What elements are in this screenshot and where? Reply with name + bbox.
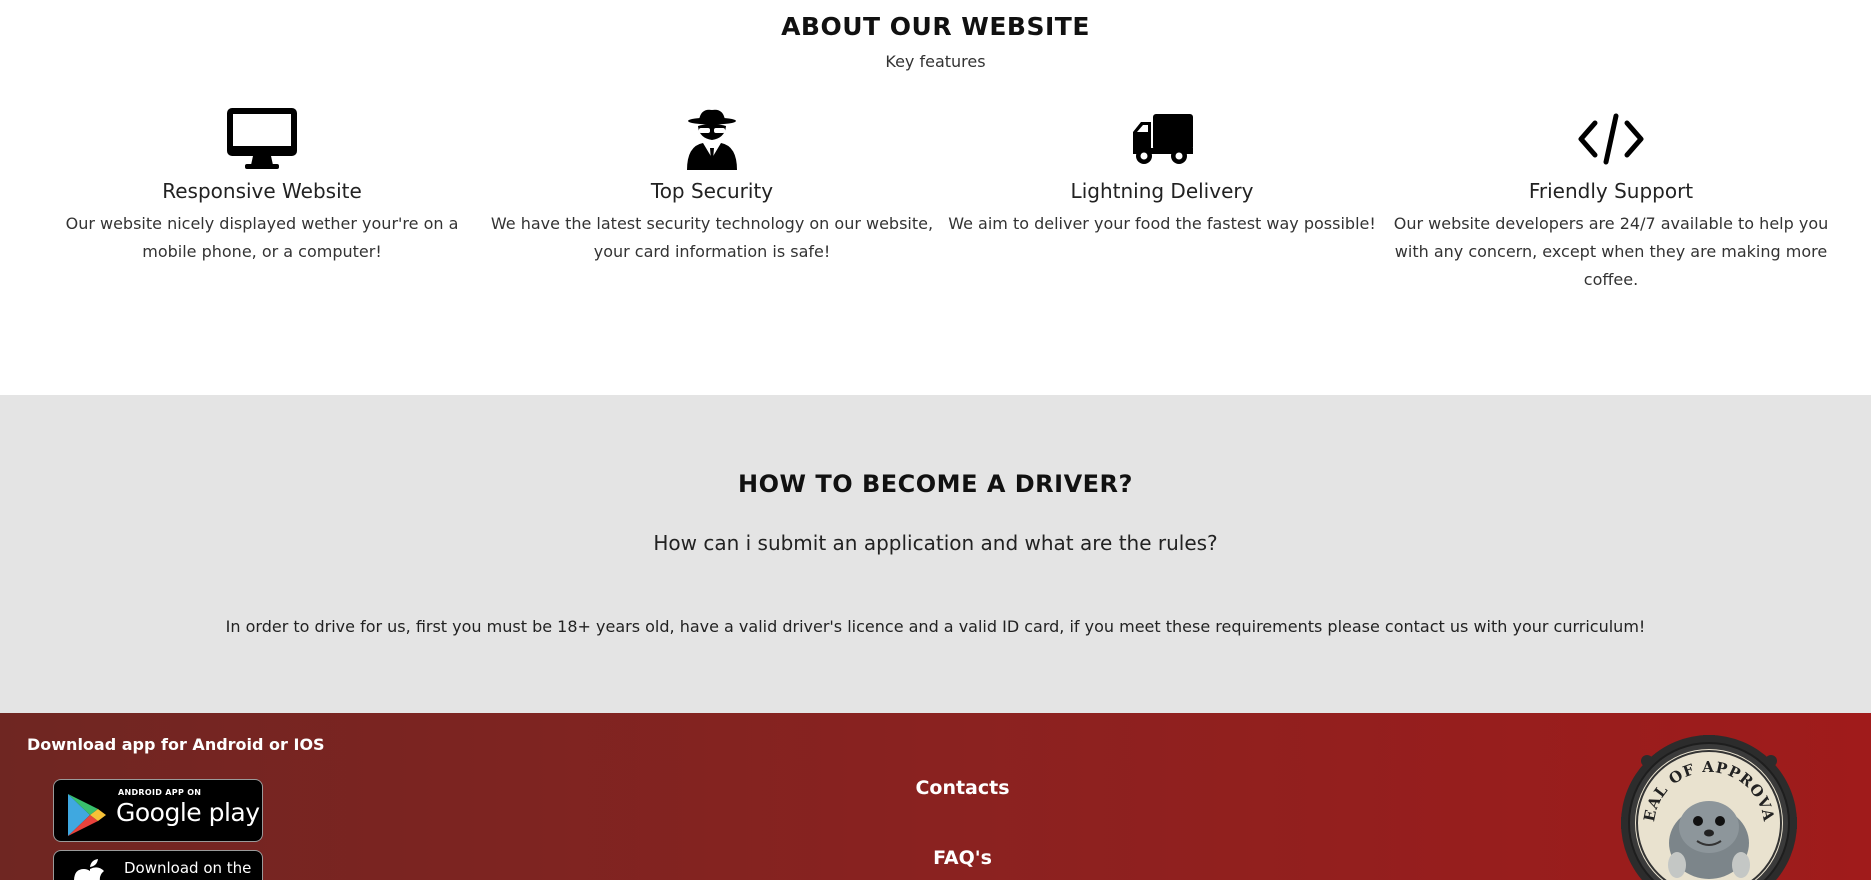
download-app-label: Download app for Android or IOS (27, 735, 325, 754)
spy-icon (687, 109, 737, 170)
driver-title: HOW TO BECOME A DRIVER? (738, 470, 1133, 498)
feature-description: We aim to deliver your food the fastest … (948, 214, 1376, 233)
feature-support: Friendly Support Our website developers … (1385, 104, 1837, 294)
footer: Download app for Android or IOS ANDROID … (0, 713, 1871, 880)
feature-description: Our website developers are 24/7 availabl… (1393, 214, 1829, 289)
seal-of-approval-image: SEAL OF APPROVAL (1621, 735, 1797, 880)
driver-section: HOW TO BECOME A DRIVER? How can i submit… (0, 395, 1871, 713)
about-section: ABOUT OUR WEBSITE Key features Responsiv… (0, 0, 1871, 395)
about-subtitle: Key features (885, 52, 986, 71)
feature-title: Friendly Support (1528, 179, 1694, 203)
feature-delivery: Lightning Delivery We aim to deliver you… (936, 104, 1388, 238)
feature-description: Our website nicely displayed wether your… (65, 214, 459, 261)
desktop-icon (227, 108, 297, 169)
feature-responsive: Responsive Website Our website nicely di… (36, 104, 488, 266)
feature-description: We have the latest security technology o… (490, 214, 934, 261)
feature-title: Responsive Website (162, 179, 362, 203)
driver-question: How can i submit an application and what… (653, 531, 1218, 555)
feature-title: Lightning Delivery (1070, 179, 1254, 203)
faq-link[interactable]: FAQ's (0, 847, 1871, 869)
truck-icon (1133, 114, 1193, 164)
feature-security: Top Security We have the latest security… (486, 104, 938, 266)
google-play-big-text: Google play (116, 798, 260, 827)
driver-requirements: In order to drive for us, first you must… (225, 617, 1646, 636)
about-title: ABOUT OUR WEBSITE (781, 12, 1090, 41)
feature-title: Top Security (650, 179, 774, 203)
code-icon (1578, 113, 1644, 165)
contacts-link[interactable]: Contacts (0, 777, 1871, 799)
